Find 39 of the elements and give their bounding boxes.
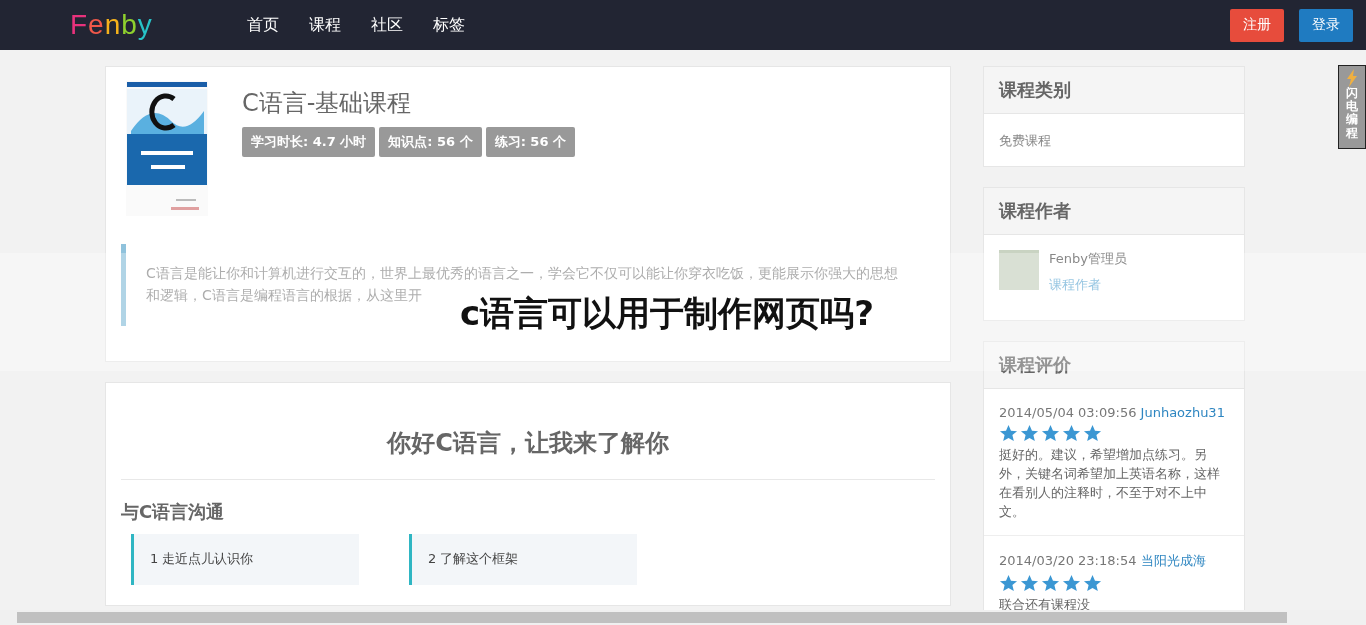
- panel-header: 课程评价: [984, 342, 1244, 389]
- category-value: 免费课程: [999, 133, 1051, 148]
- review-time: 2014/03/20 23:18:54: [999, 553, 1137, 568]
- course-stat-badge: 练习: 56 个: [485, 127, 575, 157]
- star-icon: [1062, 424, 1081, 443]
- star-icon: [1020, 424, 1039, 443]
- widget-label: 闪电编程: [1346, 87, 1358, 140]
- nav-link[interactable]: 标签: [426, 14, 472, 36]
- avatar-placeholder: [999, 250, 1039, 290]
- review-text: 挺好的。建议，希望增加点练习。另外，关键名词希望加上英语名称，这样在看别人的注释时，不至于对不上中文。: [999, 446, 1221, 521]
- course-stat-badge: 知识点: 56 个: [379, 127, 482, 157]
- intro-heading: 你好C语言，让我来了解你: [121, 427, 935, 480]
- lesson-link[interactable]: 1 走近点儿认识你: [131, 534, 359, 585]
- review-time: 2014/05/04 03:09:56: [999, 405, 1137, 420]
- section-title: 与C语言沟通: [121, 500, 226, 524]
- course-title: C语言-基础课程: [242, 88, 413, 119]
- register-button[interactable]: 注册: [1230, 8, 1284, 42]
- star-icon: [1041, 424, 1060, 443]
- star-icon: [1020, 574, 1039, 593]
- lesson-link[interactable]: 2 了解这个框架: [409, 534, 637, 585]
- lightning-icon: [1345, 69, 1359, 87]
- star-icon: [1041, 574, 1060, 593]
- login-button[interactable]: 登录: [1299, 8, 1353, 42]
- star-icon: [999, 424, 1018, 443]
- logo[interactable]: Fenby: [70, 9, 240, 41]
- panel-header: 课程作者: [984, 188, 1244, 235]
- panel-header: 课程类别: [984, 67, 1244, 114]
- course-stat-badge: 学习时长: 4.7 小时: [242, 127, 376, 157]
- nav-link[interactable]: 课程: [302, 14, 348, 36]
- review-text: 联合还有课程没: [999, 596, 1091, 614]
- reviewer-link[interactable]: 当阳光成海: [1140, 553, 1206, 568]
- nav-link[interactable]: 社区: [364, 14, 410, 36]
- nav-link[interactable]: 首页: [240, 14, 286, 36]
- star-icon: [999, 574, 1018, 593]
- reviewer-link[interactable]: Junhaozhu31: [1140, 405, 1225, 420]
- star-icon: [1083, 574, 1102, 593]
- author-name: Fenby管理员: [1049, 250, 1127, 268]
- star-icon: [1083, 424, 1102, 443]
- star-icon: [1062, 574, 1081, 593]
